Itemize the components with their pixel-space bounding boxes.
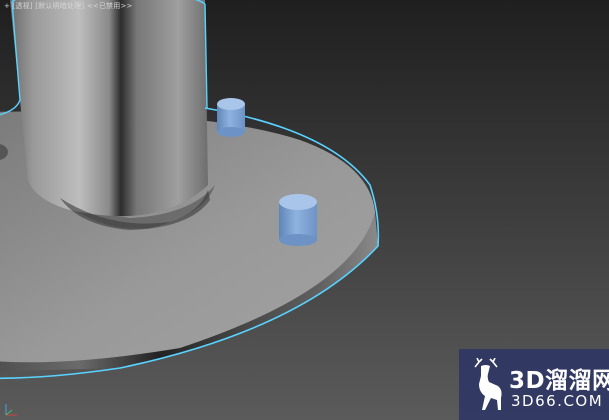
viewport-label[interactable]: + [透视] [默认明暗处理] <<已禁用>>: [4, 1, 133, 11]
perspective-viewport[interactable]: + [透视] [默认明暗处理] <<已禁用>> 3D溜溜网 3D66.COM: [0, 0, 609, 420]
watermark-banner: 3D溜溜网 3D66.COM: [459, 349, 609, 420]
watermark-url: 3D66.COM: [511, 392, 604, 410]
viewport-status-label[interactable]: <<已禁用>>: [87, 1, 133, 11]
viewport-view-label[interactable]: [透视]: [13, 1, 33, 11]
pin-front[interactable]: [279, 194, 317, 246]
watermark-brand: 3D溜溜网: [509, 368, 609, 394]
deer-icon: [474, 358, 502, 410]
central-tube: [10, 0, 208, 217]
pin-top[interactable]: [217, 98, 245, 137]
viewport-menu-plus[interactable]: +: [4, 1, 10, 11]
axis-tripod-icon: [5, 404, 17, 416]
viewport-shading-label[interactable]: [默认明暗处理]: [35, 1, 84, 11]
